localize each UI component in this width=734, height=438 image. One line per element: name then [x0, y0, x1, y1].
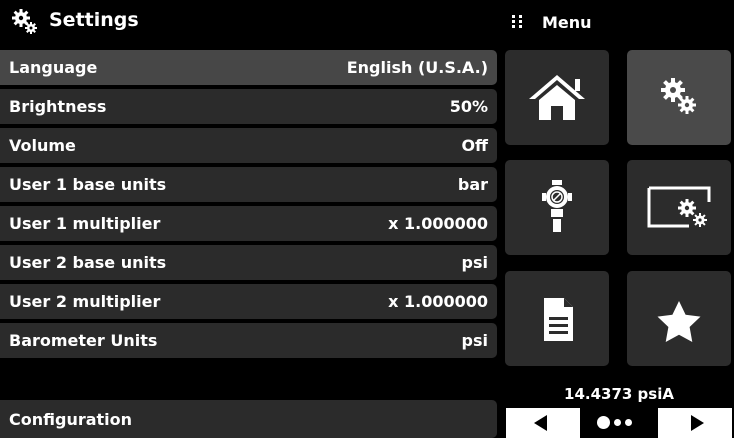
setting-label: Language: [9, 58, 98, 77]
document-tile[interactable]: [505, 271, 609, 366]
menu-title: Menu: [542, 13, 592, 32]
setting-value: Off: [461, 136, 488, 155]
page-dot: [614, 419, 621, 426]
left-arrow-icon: [534, 415, 547, 431]
configuration-label: Configuration: [9, 410, 133, 429]
barometer-reading: 14.4373 psiA: [564, 385, 674, 403]
settings-header: Settings: [0, 0, 497, 46]
page-title: Settings: [49, 9, 139, 31]
setting-value: x 1.000000: [388, 214, 488, 233]
home-tile[interactable]: [505, 50, 609, 145]
setting-row-barometer-units[interactable]: Barometer Units psi: [0, 323, 497, 358]
setting-row-volume[interactable]: Volume Off: [0, 128, 497, 163]
configuration-row[interactable]: Configuration: [0, 400, 497, 438]
favorites-star-icon: [657, 301, 701, 342]
setting-value: psi: [461, 331, 488, 350]
setting-value: 50%: [449, 97, 488, 116]
setting-row-user2-multiplier[interactable]: User 2 multiplier x 1.000000: [0, 284, 497, 319]
menu-header: Menu: [500, 0, 734, 46]
setting-row-user2-base-units[interactable]: User 2 base units psi: [0, 245, 497, 280]
display-settings-tile[interactable]: [627, 160, 731, 255]
setting-label: Volume: [9, 136, 76, 155]
page-indicator: [580, 408, 658, 438]
settings-gears-icon: [661, 78, 696, 114]
setting-row-brightness[interactable]: Brightness 50%: [0, 89, 497, 124]
setting-value: English (U.S.A.): [346, 58, 488, 77]
setting-value: x 1.000000: [388, 292, 488, 311]
setting-row-language[interactable]: Language English (U.S.A.): [0, 50, 497, 85]
sensor-tile[interactable]: [505, 160, 609, 255]
setting-label: User 2 base units: [9, 253, 167, 272]
setting-label: User 1 base units: [9, 175, 167, 194]
home-icon: [529, 75, 585, 120]
pressure-sensor-icon: [542, 180, 572, 232]
document-icon: [544, 298, 573, 341]
setting-label: Brightness: [9, 97, 107, 116]
previous-page-button[interactable]: [506, 408, 580, 438]
setting-value: psi: [461, 253, 488, 272]
right-arrow-icon: [691, 415, 704, 431]
setting-label: Barometer Units: [9, 331, 158, 350]
page-dot: [625, 419, 632, 426]
setting-label: User 2 multiplier: [9, 292, 161, 311]
gears-icon: [12, 9, 37, 34]
page-dot-active: [597, 416, 610, 429]
display-settings-icon: [647, 186, 711, 228]
setting-row-user1-base-units[interactable]: User 1 base units bar: [0, 167, 497, 202]
setting-label: User 1 multiplier: [9, 214, 161, 233]
next-page-button[interactable]: [658, 408, 732, 438]
setting-row-user1-multiplier[interactable]: User 1 multiplier x 1.000000: [0, 206, 497, 241]
setting-value: bar: [457, 175, 488, 194]
menu-grip-icon: [512, 15, 522, 29]
favorites-tile[interactable]: [627, 271, 731, 366]
settings-tile[interactable]: [627, 50, 731, 145]
